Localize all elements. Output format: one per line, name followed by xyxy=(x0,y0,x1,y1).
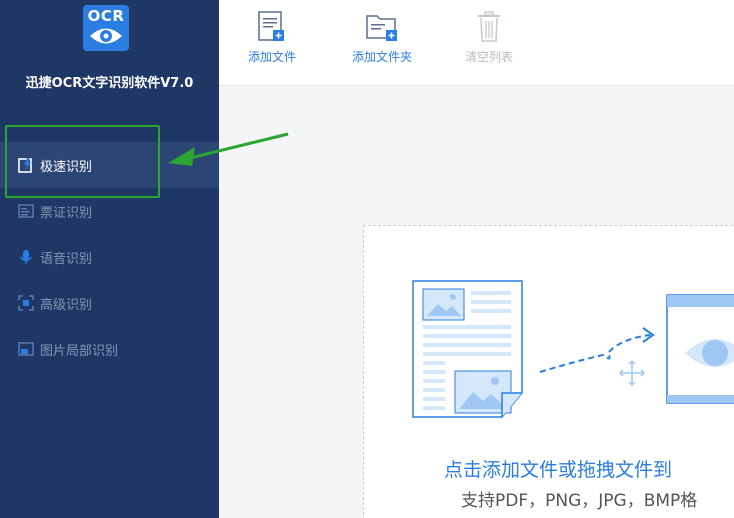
fast-recognize-icon xyxy=(18,158,32,173)
sidebar-nav: 极速识别 票证识别 语音识别 高级识别 图片局部识别 xyxy=(0,142,219,372)
add-folder-icon xyxy=(366,15,397,41)
clear-list-button[interactable]: 清空列表 xyxy=(465,10,513,65)
sidebar-item-label: 高级识别 xyxy=(40,297,93,313)
drop-illustration xyxy=(412,280,734,418)
image-partial-icon xyxy=(18,342,34,356)
sidebar-item-label: 极速识别 xyxy=(40,159,93,175)
sidebar-item-label: 图片局部识别 xyxy=(40,343,119,359)
move-icon xyxy=(618,359,646,387)
ticket-icon xyxy=(18,204,34,218)
sidebar: OCR 迅捷OCR文字识别软件V7.0 极速识别 票证识别 语音识别 高级识别 … xyxy=(0,0,219,518)
sidebar-item-ticket-recognize[interactable]: 票证识别 xyxy=(0,188,219,234)
app-logo: OCR xyxy=(83,5,129,51)
sidebar-item-voice-recognize[interactable]: 语音识别 xyxy=(0,234,219,280)
add-file-label: 添加文件 xyxy=(248,50,297,64)
drop-instruction[interactable]: 点击添加文件或拖拽文件到 xyxy=(444,455,672,482)
scan-brackets-icon xyxy=(18,295,34,311)
clear-list-label: 清空列表 xyxy=(465,50,514,64)
sidebar-item-image-partial[interactable]: 图片局部识别 xyxy=(0,326,219,372)
document-icon xyxy=(412,280,523,418)
add-folder-button[interactable]: 添加文件夹 xyxy=(352,10,412,65)
sidebar-item-fast-recognize[interactable]: 极速识别 xyxy=(0,142,219,188)
add-file-icon xyxy=(258,11,284,41)
microphone-icon xyxy=(19,250,33,264)
trash-icon xyxy=(478,11,500,42)
supported-formats: 支持PDF，PNG，JPG，BMP格 xyxy=(461,491,698,511)
add-file-button[interactable]: 添加文件 xyxy=(248,10,296,65)
sidebar-item-advanced-recognize[interactable]: 高级识别 xyxy=(0,280,219,326)
sidebar-item-label: 票证识别 xyxy=(40,205,93,221)
ocr-window-icon xyxy=(666,294,734,404)
logo-text: OCR xyxy=(87,7,125,25)
add-folder-label: 添加文件夹 xyxy=(352,50,413,64)
eye-icon xyxy=(90,28,122,44)
sidebar-item-label: 语音识别 xyxy=(40,251,93,267)
toolbar: 添加文件 添加文件夹 清空列表 xyxy=(219,0,734,86)
app-title: 迅捷OCR文字识别软件V7.0 xyxy=(25,76,194,91)
dashed-arrow xyxy=(539,334,651,373)
